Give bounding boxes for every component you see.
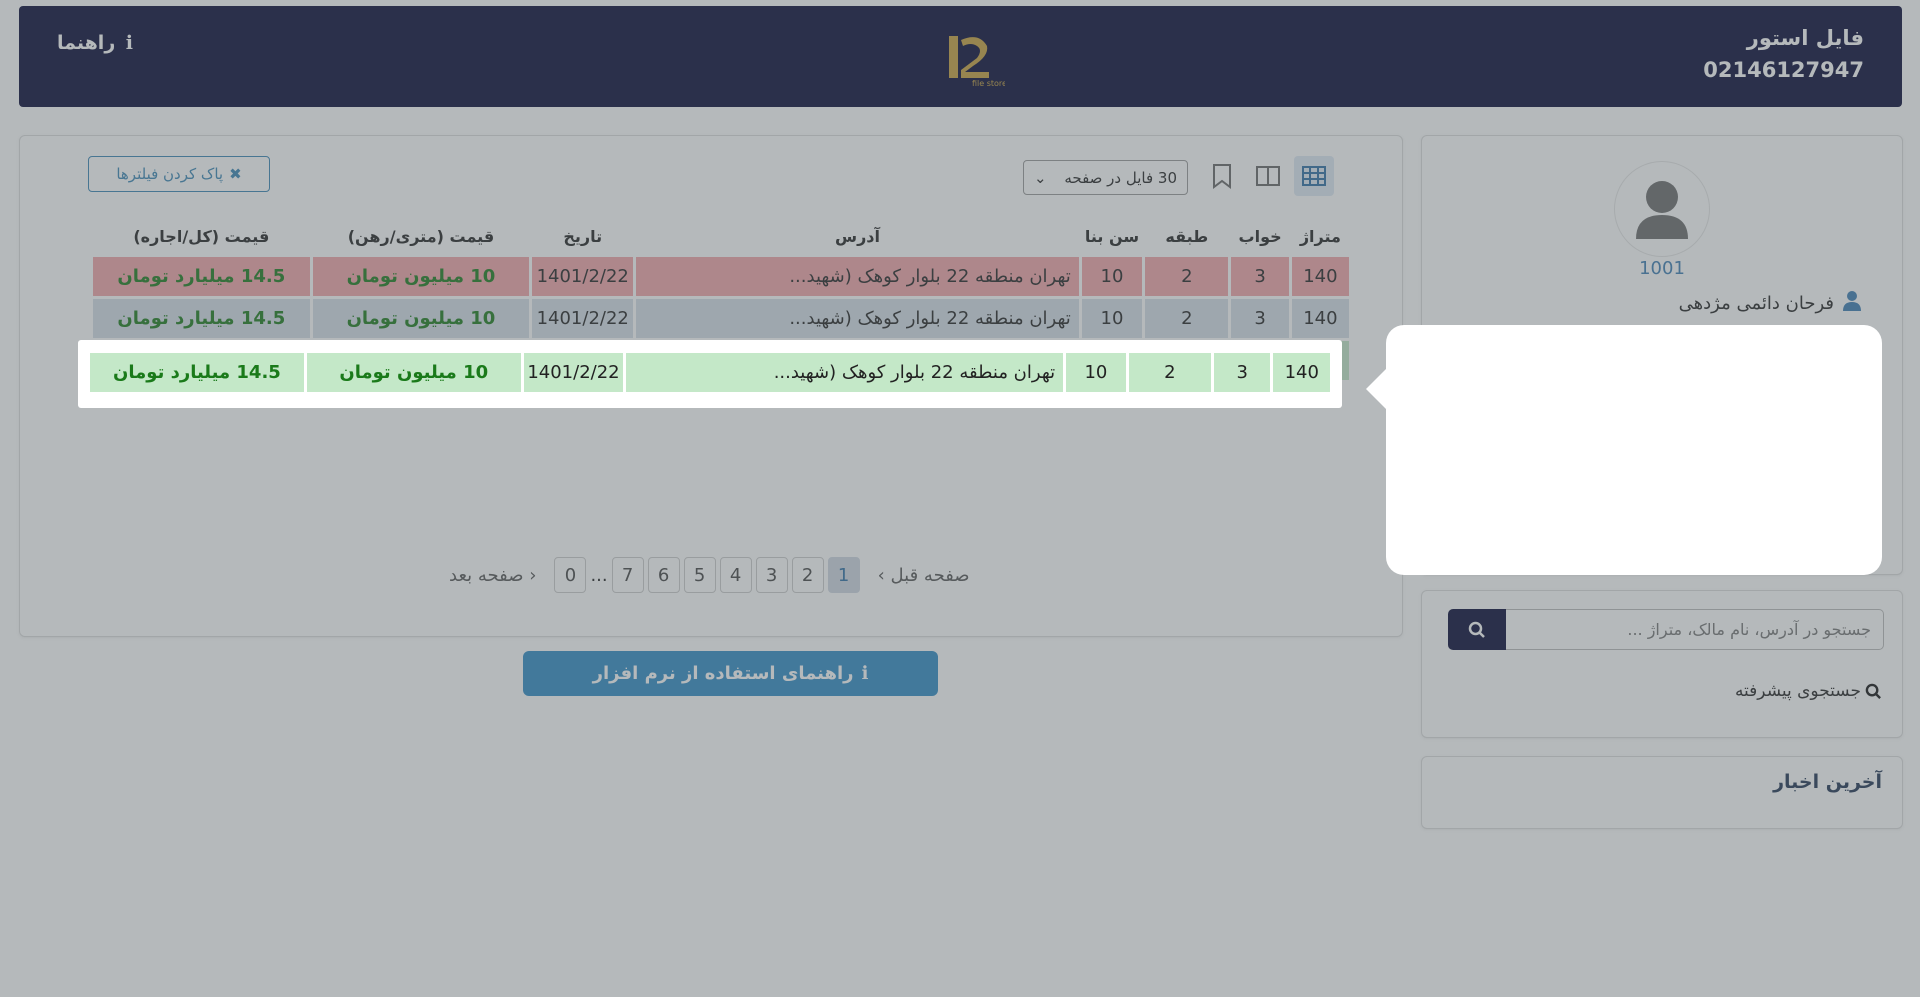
cell-address: تهران منطقه 22 بلوار کوهک (شهید... — [626, 353, 1064, 392]
cell-floor: 2 — [1128, 353, 1211, 392]
cell-unit-price: 10 میلیون تومان — [306, 353, 521, 392]
cell-total-price: 14.5 میلیارد تومان — [90, 353, 304, 392]
highlighted-row: 140 3 2 10 تهران منطقه 22 بلوار کوهک (شه… — [87, 350, 1333, 395]
table-row[interactable]: 140 3 2 10 تهران منطقه 22 بلوار کوهک (شه… — [90, 353, 1330, 392]
cell-date: 1401/2/22 — [523, 353, 624, 392]
cell-area: 140 — [1273, 353, 1330, 392]
cell-beds: 3 — [1213, 353, 1271, 392]
cell-age: 10 — [1066, 353, 1126, 392]
tour-tooltip — [1366, 325, 1882, 575]
